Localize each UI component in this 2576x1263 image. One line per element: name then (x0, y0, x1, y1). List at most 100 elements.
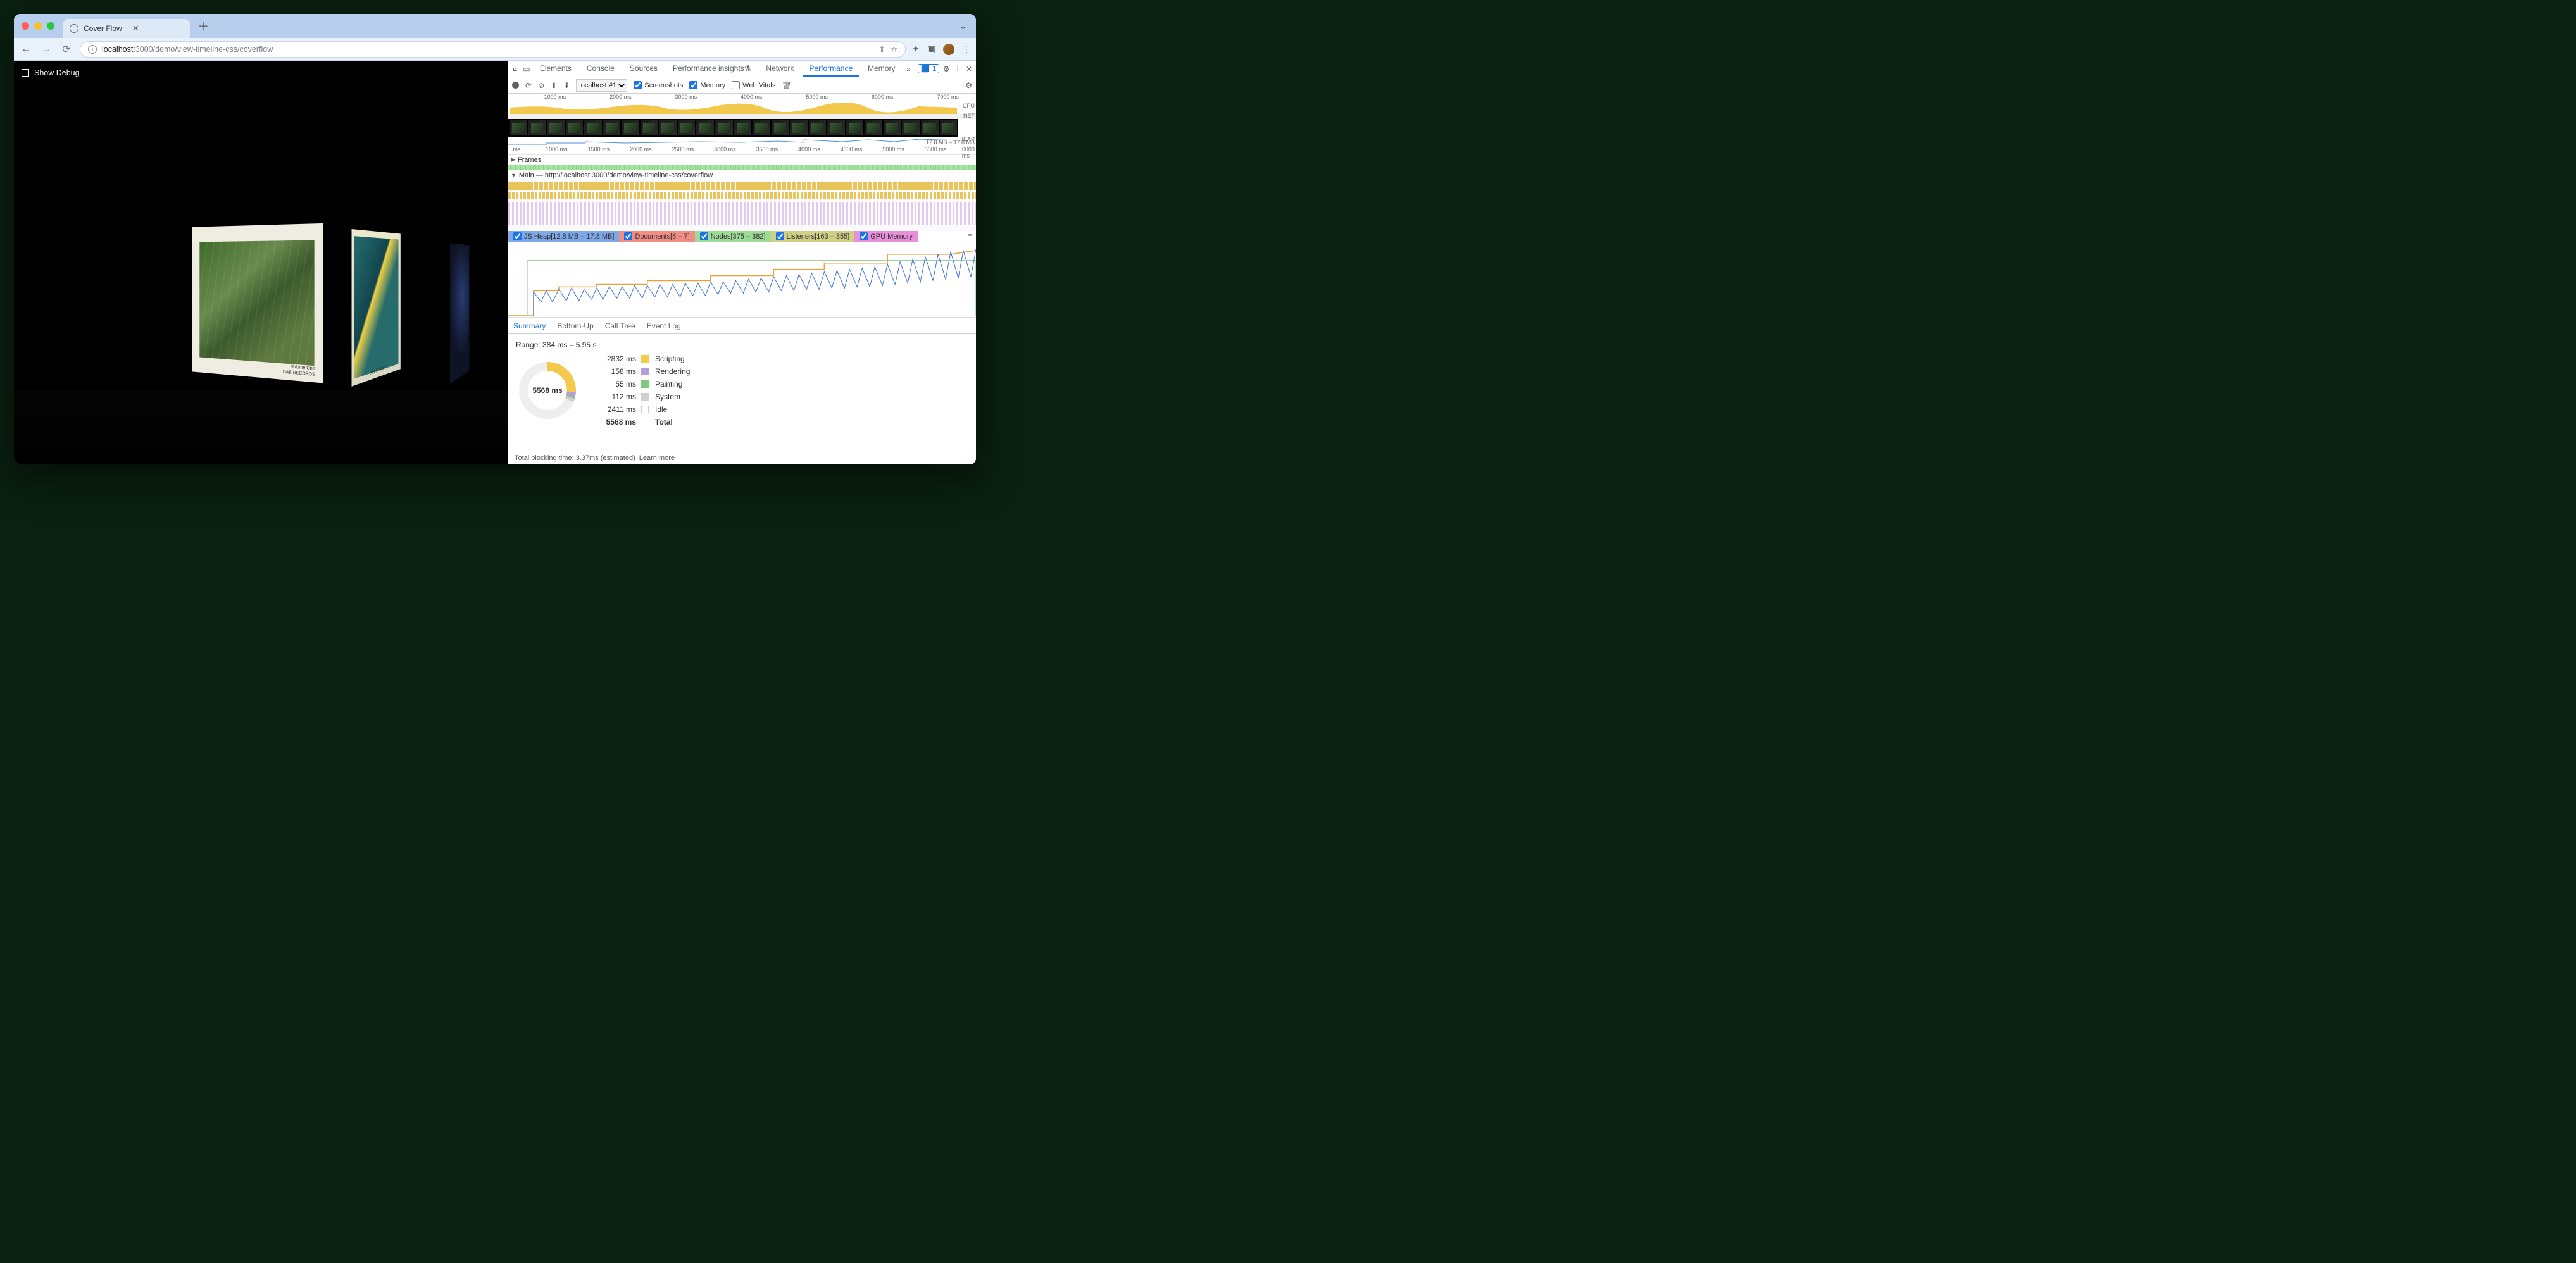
tab-title: Cover Flow (84, 24, 122, 33)
tab-summary[interactable]: Summary (513, 321, 546, 330)
browser-tab[interactable]: Cover Flow ✕ (63, 19, 190, 38)
counter-listeners[interactable]: Listeners[163 – 355] (771, 231, 855, 242)
profile-select[interactable]: localhost #1 (576, 79, 627, 92)
memory-checkbox[interactable]: Memory (689, 81, 725, 89)
minimize-window-button[interactable] (34, 22, 42, 30)
cpu-strip: CPU (508, 103, 976, 114)
page-viewport: Show Debug OR & 4 THEORY Volume One DAB … (14, 61, 508, 464)
legend-label: Scripting (655, 354, 690, 363)
kebab-icon[interactable]: ⋮ (953, 65, 962, 73)
extensions-icon[interactable]: ✦ (912, 44, 920, 54)
device-icon[interactable]: ▭ (522, 65, 531, 73)
inspect-icon[interactable]: ⟀ (511, 64, 520, 73)
counter-gpu[interactable]: GPU Memory (854, 231, 918, 242)
main-track-header[interactable]: ▼Main — http://localhost:3000/demo/view-… (508, 170, 976, 180)
trash-icon[interactable]: 🗑 (782, 81, 791, 90)
close-tab-button[interactable]: ✕ (132, 23, 139, 34)
chevron-right-icon: ▶ (511, 156, 515, 163)
flame-ruler: ms 1000 ms 1500 ms 2000 ms 2500 ms 3000 … (508, 146, 976, 155)
summary-donut: 5568 ms (516, 359, 579, 422)
kebab-menu-icon[interactable]: ⋮ (962, 44, 971, 54)
devtools-tabs: ⟀ ▭ Elements Console Sources Performance… (508, 61, 976, 77)
bookmark-icon[interactable]: ☆ (891, 44, 897, 54)
overview-ruler: 1000 ms 2000 ms 3000 ms 4000 ms 5000 ms … (508, 94, 976, 103)
frames-strip (508, 165, 976, 170)
reload-record-button[interactable]: ⟳ (525, 81, 532, 90)
settings-icon[interactable]: ⚙ (942, 65, 951, 73)
memory-graph[interactable] (508, 242, 976, 318)
legend-ms: 2832 ms (592, 354, 636, 363)
tab-performance[interactable]: Performance (803, 61, 859, 77)
legend-swatch (641, 355, 649, 363)
tab-event-log[interactable]: Event Log (647, 321, 681, 330)
side-panel-icon[interactable]: ▣ (927, 44, 935, 54)
address-bar[interactable]: i localhost:3000/demo/view-timeline-css/… (80, 41, 906, 58)
counter-jsheap[interactable]: JS Heap[12.8 MB – 17.8 MB] (508, 231, 619, 242)
browser-toolbar: ← → ⟳ i localhost:3000/demo/view-timelin… (14, 38, 976, 61)
screenshot-strip[interactable] (508, 119, 958, 137)
content-area: Show Debug OR & 4 THEORY Volume One DAB … (14, 61, 976, 464)
album-cover-front[interactable]: Volume One DAB RECORDS (192, 223, 323, 383)
tab-memory[interactable]: Memory (861, 61, 901, 77)
back-button[interactable]: ← (19, 44, 33, 55)
tab-sources[interactable]: Sources (623, 61, 664, 77)
save-profile-button[interactable]: ⬇ (563, 81, 570, 90)
counter-toggles: JS Heap[12.8 MB – 17.8 MB] Documents[6 –… (508, 231, 976, 242)
reflection (14, 390, 508, 464)
globe-icon (70, 24, 78, 33)
performance-toolbar: ⟳ ⊘ ⬆ ⬇ localhost #1 Screenshots Memory … (508, 77, 976, 94)
new-tab-button[interactable]: ＋ (197, 18, 209, 34)
heap-strip: 12.8 MB – 17.8 MB (508, 137, 976, 146)
tab-network[interactable]: Network (760, 61, 800, 77)
tab-performance-insights[interactable]: Performance insights ⚗ (666, 61, 757, 77)
legend-total-ms: 5568 ms (592, 418, 636, 426)
reload-button[interactable]: ⟳ (59, 43, 73, 56)
overview-pane[interactable]: 1000 ms 2000 ms 3000 ms 4000 ms 5000 ms … (508, 94, 976, 146)
learn-more-link[interactable]: Learn more (639, 454, 675, 462)
counter-documents[interactable]: Documents[6 – 7] (619, 231, 694, 242)
chevron-down-icon: ▼ (511, 172, 516, 178)
summary-legend: 2832 msScripting 158 msRendering 55 msPa… (592, 354, 690, 426)
album-cover-3[interactable] (450, 243, 469, 383)
legend-total-label: Total (655, 418, 690, 426)
summary-panel: Range: 384 ms – 5.95 s 5568 ms 28 (508, 334, 976, 451)
url-text: localhost:3000/demo/view-timeline-css/co… (102, 45, 273, 54)
close-devtools-icon[interactable]: ✕ (965, 65, 973, 73)
close-window-button[interactable] (22, 22, 29, 30)
coverflow-stage[interactable]: OR & 4 THEORY Volume One DAB RECORDS (14, 61, 508, 464)
toolbar-icons: ✦ ▣ ⋮ (912, 44, 971, 55)
share-icon[interactable]: ⇧ (878, 44, 885, 54)
tabs-dropdown-button[interactable]: ⌄ (959, 20, 967, 32)
heap-range-label: 12.8 MB – 17.8 MB (926, 139, 975, 146)
clear-button[interactable]: ⊘ (538, 81, 544, 90)
counter-nodes[interactable]: Nodes[375 – 382] (695, 231, 771, 242)
frames-track-header[interactable]: ▶Frames (508, 155, 976, 165)
flame-chart[interactable] (508, 180, 976, 231)
donut-center-label: 5568 ms (516, 359, 579, 422)
album-cover-2[interactable]: OR & 4 THEORY (351, 229, 400, 387)
screenshots-checkbox[interactable]: Screenshots (634, 81, 683, 89)
web-vitals-checkbox[interactable]: Web Vitals (732, 81, 775, 89)
beaker-icon: ⚗ (744, 64, 751, 73)
profile-avatar[interactable] (943, 44, 954, 55)
more-tabs-icon[interactable]: » (904, 65, 913, 73)
site-info-icon[interactable]: i (88, 45, 97, 54)
fullscreen-window-button[interactable] (47, 22, 54, 30)
tab-bottom-up[interactable]: Bottom-Up (557, 321, 593, 330)
cpu-label: CPU (963, 103, 975, 109)
tab-strip: Cover Flow ✕ ＋ ⌄ (14, 14, 976, 38)
counter-menu-icon[interactable]: ≡ (965, 231, 976, 242)
window-controls (22, 22, 54, 30)
forward-button[interactable]: → (39, 44, 53, 55)
load-profile-button[interactable]: ⬆ (551, 81, 557, 90)
album-label: Volume One DAB RECORDS (283, 363, 315, 377)
issues-badge[interactable]: 🟦 1 (918, 64, 939, 73)
tab-console[interactable]: Console (580, 61, 621, 77)
record-button[interactable] (512, 82, 519, 89)
tab-call-tree[interactable]: Call Tree (605, 321, 635, 330)
details-tabs: Summary Bottom-Up Call Tree Event Log (508, 318, 976, 334)
summary-range: Range: 384 ms – 5.95 s (516, 340, 968, 349)
footer-bar: Total blocking time: 3.37ms (estimated) … (508, 451, 976, 464)
tab-elements[interactable]: Elements (534, 61, 578, 77)
capture-settings-icon[interactable]: ⚙ (965, 81, 972, 90)
